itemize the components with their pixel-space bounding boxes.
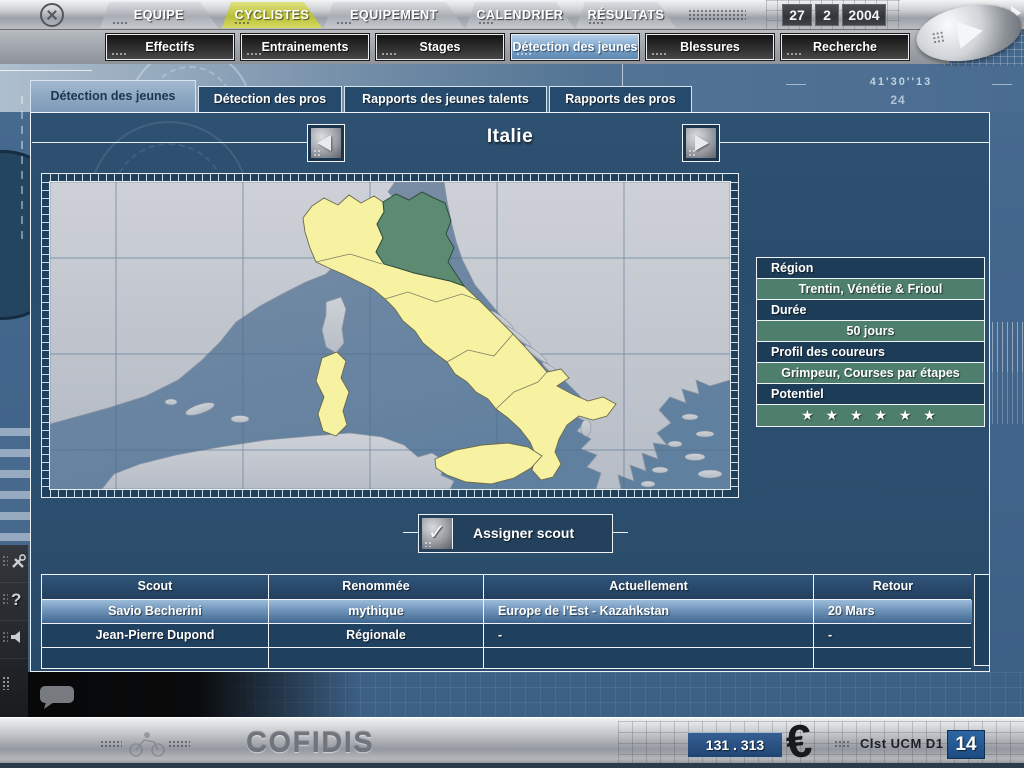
info-label-potentiel: Potentiel: [757, 384, 984, 405]
info-value-profil: Grimpeur, Courses par étapes: [757, 363, 984, 384]
assign-scout-label: Assigner scout: [457, 515, 612, 552]
tab-equipement[interactable]: EQUIPEMENT: [324, 2, 464, 28]
speaker-icon: [9, 629, 25, 645]
help-button[interactable]: ?: [0, 583, 28, 621]
nav-effectifs[interactable]: Effectifs: [106, 34, 234, 60]
tab-equipe[interactable]: EQUIPE: [100, 2, 218, 28]
options-button[interactable]: [0, 545, 28, 583]
dot-pattern-decor: [168, 740, 190, 749]
nav-blessures[interactable]: Blessures: [646, 34, 774, 60]
team-brand: COFIDIS: [246, 727, 374, 760]
nav-entrainements[interactable]: Entrainements: [241, 34, 369, 60]
mid-line-decor: [622, 62, 623, 88]
page-tab-rapports-jeunes[interactable]: Rapports des jeunes talents: [344, 86, 547, 112]
map-corsica: [322, 297, 346, 353]
info-label-profil: Profil des coureurs: [757, 342, 984, 363]
side-icon-column: ?: [0, 545, 28, 717]
game-screen: 41'30''13 24 5.45 5.45 5.49 EQUIPE CYCLI…: [0, 0, 1024, 768]
date-month: 2: [815, 4, 839, 26]
assign-scout-button[interactable]: ✓ Assigner scout: [418, 514, 613, 553]
arrow-right-icon: [695, 135, 709, 151]
dot-pattern-decor: [688, 149, 697, 156]
dot-pattern-decor: [313, 149, 322, 156]
date-day: 27: [782, 4, 812, 26]
dot-pattern-decor: [100, 740, 122, 749]
previous-region-button[interactable]: [307, 124, 345, 162]
scout-table: Scout Renommée Actuellement Retour Savio…: [41, 574, 971, 669]
close-button[interactable]: [40, 3, 64, 27]
info-value-region: Trentin, Vénétie & Frioul: [757, 279, 984, 300]
nav-detection-des-jeunes[interactable]: Détection des jeunes: [511, 34, 639, 60]
cyclist-logo: [126, 728, 168, 758]
tab-label: EQUIPEMENT: [350, 8, 438, 22]
nav-recherche[interactable]: Recherche: [781, 34, 909, 60]
dashed-line-decor: [21, 96, 23, 246]
col-header-actuellement[interactable]: Actuellement: [484, 575, 814, 599]
map-ruler-right: [731, 182, 738, 489]
region-info-panel: Région Trentin, Vénétie & Frioul Durée 5…: [756, 257, 985, 427]
check-icon: ✓: [422, 518, 453, 549]
right-ruler-decor: [992, 322, 1024, 372]
tab-label: CALENDRIER: [477, 8, 564, 22]
table-header-row: Scout Renommée Actuellement Retour: [42, 575, 970, 600]
map-frame: [41, 173, 739, 498]
region-title: Italie: [31, 126, 989, 148]
dot-pattern-decor: [834, 740, 849, 748]
map-svg: [50, 182, 730, 489]
connector-stub: [613, 532, 628, 533]
nav-stages[interactable]: Stages: [376, 34, 504, 60]
tab-calendrier[interactable]: CALENDRIER: [466, 2, 574, 28]
dot-pattern-decor: [2, 676, 9, 690]
coordinate-readout-sub: 24: [848, 93, 948, 107]
col-header-renommee[interactable]: Renommée: [269, 575, 484, 599]
chat-bubble-icon[interactable]: [38, 684, 76, 710]
coordinate-readout: 41'30''13: [806, 76, 996, 88]
region-map[interactable]: [49, 181, 731, 490]
budget-value: 131 . 313: [688, 732, 782, 757]
footer-bar: COFIDIS 131 . 313 € Clst UCM D1 14: [0, 717, 1024, 768]
map-ruler-top: [50, 174, 730, 181]
tab-label: EQUIPE: [134, 8, 184, 22]
tab-label: RÉSULTATS: [588, 8, 665, 22]
table-row-empty[interactable]: [42, 648, 970, 668]
info-label-duree: Durée: [757, 300, 984, 321]
dot-pattern-decor: [688, 9, 746, 22]
map-ruler-bottom: [50, 490, 730, 497]
tab-label: CYCLISTES: [235, 8, 310, 22]
date-year: 2004: [842, 4, 886, 26]
euro-icon: €: [783, 713, 814, 768]
potential-stars: ★ ★ ★ ★ ★ ★: [757, 405, 984, 426]
next-region-button[interactable]: [682, 124, 720, 162]
table-row[interactable]: Savio Becherini mythique Europe de l'Est…: [42, 600, 970, 624]
team-ranking: Clst UCM D1: [860, 736, 944, 751]
connector-stub: [403, 532, 418, 533]
info-label-region: Région: [757, 258, 984, 279]
left-streaks-decor: [0, 428, 30, 546]
help-icon: ?: [11, 590, 21, 610]
day-counter: 14: [947, 730, 985, 759]
col-header-retour[interactable]: Retour: [814, 575, 972, 599]
footer-bottom-strip: [0, 763, 1024, 768]
page-tab-rapports-pros[interactable]: Rapports des pros: [549, 86, 692, 112]
page-tab-detection-pros[interactable]: Détection des pros: [198, 86, 342, 112]
detection-panel: Italie: [30, 112, 990, 672]
sound-button[interactable]: [0, 621, 28, 659]
info-value-duree: 50 jours: [757, 321, 984, 342]
map-ruler-left: [42, 182, 49, 489]
table-row[interactable]: Jean-Pierre Dupond Régionale - -: [42, 624, 970, 648]
col-header-scout[interactable]: Scout: [42, 575, 269, 599]
play-icon: [956, 17, 985, 49]
dot-pattern-decor: [931, 30, 945, 44]
page-tab-detection-jeunes[interactable]: Détection des jeunes: [30, 80, 196, 112]
tools-icon: [9, 553, 27, 571]
right-ruler-decor-2: [992, 372, 1024, 424]
coord-dash: [786, 84, 806, 85]
table-scrollbar-track[interactable]: [974, 574, 990, 666]
left-line-decor: [0, 70, 92, 71]
